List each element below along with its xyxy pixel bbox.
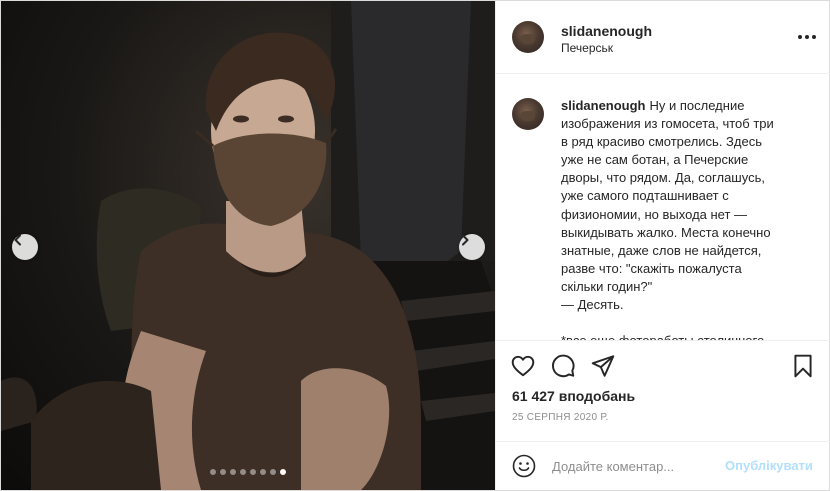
- emoji-icon: [512, 454, 536, 478]
- comment-button[interactable]: [550, 353, 576, 379]
- post-header: slidanenough Печерськ: [496, 1, 830, 74]
- publish-button[interactable]: Опублікувати: [725, 458, 813, 473]
- chevron-right-icon: [462, 234, 469, 246]
- carousel-indicator: [210, 469, 286, 475]
- more-options-icon[interactable]: [798, 35, 816, 39]
- instagram-post: slidanenough Печерськ slidanenough Ну и п…: [0, 0, 830, 491]
- carousel-dot: [220, 469, 226, 475]
- share-button[interactable]: [590, 353, 616, 379]
- heart-icon: [511, 355, 535, 377]
- caption-avatar[interactable]: [512, 98, 544, 130]
- carousel-dot: [210, 469, 216, 475]
- post-actions: 61 427 вподобань 25 СЕРПНЯ 2020 Р.: [496, 340, 830, 450]
- avatar[interactable]: [512, 21, 544, 53]
- carousel-dot: [270, 469, 276, 475]
- carousel-dot: [260, 469, 266, 475]
- like-button[interactable]: [510, 353, 536, 379]
- comment-input[interactable]: [552, 456, 712, 476]
- post-details-panel: slidanenough Печерськ slidanenough Ну и п…: [495, 1, 830, 490]
- post-caption: slidanenough Ну и последние изображения и…: [561, 97, 783, 340]
- photo-image: [1, 1, 495, 490]
- likes-count[interactable]: 61 427 вподобань: [512, 388, 635, 404]
- caption-section: slidanenough Ну и последние изображения и…: [496, 74, 830, 340]
- post-location[interactable]: Печерськ: [561, 41, 613, 55]
- next-slide-button[interactable]: [459, 234, 485, 260]
- comment-icon: [552, 354, 575, 378]
- carousel-dot: [230, 469, 236, 475]
- carousel-dot: [240, 469, 246, 475]
- caption-username[interactable]: slidanenough: [561, 98, 646, 113]
- comment-form: Опублікувати: [496, 441, 830, 490]
- caption-text: Ну и последние изображения из гомосета, …: [561, 98, 774, 340]
- carousel-dot: [250, 469, 256, 475]
- carousel-dot-active: [280, 469, 286, 475]
- emoji-button[interactable]: [512, 454, 536, 478]
- bookmark-icon: [794, 354, 812, 378]
- post-date[interactable]: 25 СЕРПНЯ 2020 Р.: [512, 412, 609, 423]
- chevron-left-icon: [14, 234, 21, 246]
- send-icon: [591, 355, 615, 377]
- post-photo[interactable]: [1, 1, 495, 490]
- previous-slide-button[interactable]: [12, 234, 38, 260]
- save-button[interactable]: [790, 353, 816, 379]
- author-username[interactable]: slidanenough: [561, 23, 652, 39]
